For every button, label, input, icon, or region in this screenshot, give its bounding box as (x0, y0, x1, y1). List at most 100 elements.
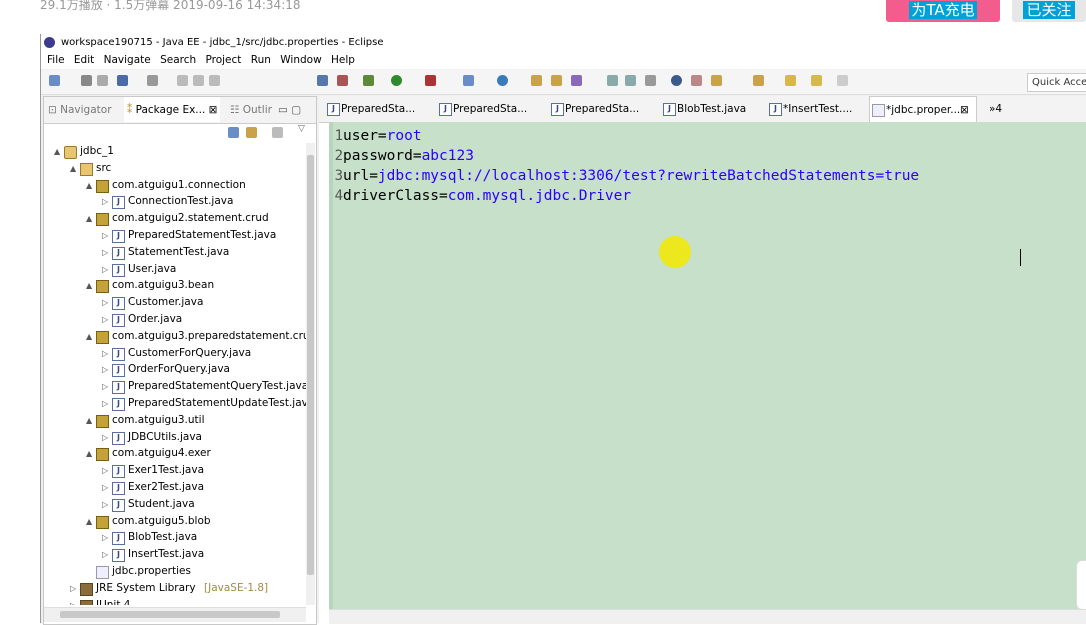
tab-outline[interactable]: ☷ Outlir (230, 97, 272, 123)
tab-navigator[interactable]: ⊡ Navigator (48, 97, 112, 123)
side-float-button[interactable] (1076, 560, 1086, 610)
tree-item[interactable]: ▲ com.atguigu4.exer (44, 445, 306, 462)
globe-icon[interactable] (671, 75, 682, 86)
show-whitespace-icon[interactable] (645, 75, 656, 86)
collapsed-twisty-icon[interactable]: ▷ (102, 311, 108, 328)
tree-item[interactable]: ▷ J PreparedStatementTest.java (44, 227, 306, 244)
collapsed-twisty-icon[interactable]: ▷ (102, 378, 108, 395)
menu-window[interactable]: Window (280, 52, 321, 69)
debug-icon[interactable] (337, 75, 348, 86)
tree-item[interactable]: ▲ com.atguigu1.connection (44, 177, 306, 194)
collapsed-twisty-icon[interactable]: ▷ (102, 227, 108, 244)
terminate-icon[interactable] (209, 75, 220, 86)
editor-tab[interactable]: J PreparedSta... (437, 96, 537, 121)
collapsed-twisty-icon[interactable]: ▷ (102, 429, 108, 446)
expanded-twisty-icon[interactable]: ▲ (86, 412, 92, 429)
close-icon[interactable]: ⊠ (209, 104, 218, 116)
view-menu-icon[interactable]: ▽ (298, 124, 305, 134)
scrollbar-thumb[interactable] (60, 611, 280, 618)
tree-vertical-scrollbar[interactable] (306, 143, 315, 605)
tree-item[interactable]: ▷ J ConnectionTest.java (44, 193, 306, 210)
menu-file[interactable]: File (47, 52, 65, 69)
collapsed-twisty-icon[interactable]: ▷ (102, 546, 108, 563)
collapsed-twisty-icon[interactable]: ▷ (102, 496, 108, 513)
collapsed-twisty-icon[interactable]: ▷ (102, 193, 108, 210)
tree-item[interactable]: ▷ J InsertTest.java (44, 546, 306, 563)
menu-run[interactable]: Run (251, 52, 271, 69)
tree-item[interactable]: ▲ com.atguigu3.util (44, 412, 306, 429)
save-all-icon[interactable] (97, 75, 108, 86)
new-icon[interactable] (49, 75, 60, 86)
tree-item[interactable]: ▷ J PreparedStatementQueryTest.java (44, 378, 306, 395)
annotation-icon[interactable] (691, 75, 702, 86)
tree-item[interactable]: ▷ J BlobTest.java (44, 529, 306, 546)
more-tabs-button[interactable]: »4 (989, 96, 1002, 121)
tree-horizontal-scrollbar[interactable] (44, 607, 306, 622)
tree-item[interactable]: ▷ J Exer1Test.java (44, 462, 306, 479)
skip-breakpoints-icon[interactable] (147, 75, 158, 86)
editor-tab[interactable]: J PreparedSta... (325, 96, 425, 121)
menu-help[interactable]: Help (331, 52, 355, 69)
menu-edit[interactable]: Edit (74, 52, 94, 69)
open-console-icon[interactable] (117, 75, 128, 86)
collapsed-twisty-icon[interactable]: ▷ (102, 244, 108, 261)
open-type-icon[interactable] (317, 75, 328, 86)
collapsed-twisty-icon[interactable]: ▷ (102, 479, 108, 496)
collapsed-twisty-icon[interactable]: ▷ (102, 462, 108, 479)
menu-search[interactable]: Search (160, 52, 196, 69)
tree-item[interactable]: ▷ JUnit 4 (44, 597, 306, 605)
scrollbar-thumb[interactable] (307, 155, 314, 575)
collapsed-twisty-icon[interactable]: ▷ (102, 529, 108, 546)
collapsed-twisty-icon[interactable]: ▷ (102, 361, 108, 378)
next-annotation-icon[interactable] (711, 75, 722, 86)
tree-item[interactable]: jdbc.properties (44, 563, 306, 580)
expanded-twisty-icon[interactable]: ▲ (86, 210, 92, 227)
editor-tab[interactable]: J PreparedSta... (549, 96, 649, 121)
expanded-twisty-icon[interactable]: ▲ (54, 143, 60, 160)
minimize-maximize-icon[interactable]: ▭ ▢ (278, 97, 301, 123)
collapsed-twisty-icon[interactable]: ▷ (70, 597, 76, 605)
tree-item[interactable]: ▷ J OrderForQuery.java (44, 361, 306, 378)
close-icon[interactable]: ⊠ (960, 97, 969, 123)
search-icon[interactable] (571, 75, 582, 86)
back-icon[interactable] (811, 75, 822, 86)
expanded-twisty-icon[interactable]: ▲ (86, 277, 92, 294)
open-folder-icon[interactable] (531, 75, 542, 86)
expanded-twisty-icon[interactable]: ▲ (86, 513, 92, 530)
tree-item[interactable]: ▷ J PreparedStatementUpdateTest.java (44, 395, 306, 412)
editor-tab[interactable]: *jdbc.proper... ⊠ (869, 96, 977, 122)
tree-item[interactable]: ▲ com.atguigu2.statement.crud (44, 210, 306, 227)
collapse-all-icon[interactable] (228, 127, 239, 138)
tree-item[interactable]: ▲ jdbc_1 (44, 143, 306, 160)
editor-tab[interactable]: J BlobTest.java (661, 96, 761, 121)
collapsed-twisty-icon[interactable]: ▷ (102, 345, 108, 362)
debug-run-icon[interactable] (363, 75, 374, 86)
menu-navigate[interactable]: Navigate (104, 52, 151, 69)
tree-item[interactable]: ▲ com.atguigu3.preparedstatement.crud (44, 328, 306, 345)
open-task-icon[interactable] (551, 75, 562, 86)
tree-item[interactable]: ▷ J Exer2Test.java (44, 479, 306, 496)
collapsed-twisty-icon[interactable]: ▷ (102, 294, 108, 311)
editor-tab[interactable]: J *InsertTest.... (767, 96, 867, 121)
tree-item[interactable]: ▲ src (44, 160, 306, 177)
collapsed-twisty-icon[interactable]: ▷ (102, 395, 108, 412)
tree-item[interactable]: ▷ J Customer.java (44, 294, 306, 311)
expanded-twisty-icon[interactable]: ▲ (86, 445, 92, 462)
expanded-twisty-icon[interactable]: ▲ (70, 160, 76, 177)
expanded-twisty-icon[interactable]: ▲ (86, 328, 92, 345)
code-editor[interactable]: 1user=root 2password=abc123 3url=jdbc:mysq… (329, 122, 1086, 609)
charge-button[interactable]: 为TA充电 (886, 0, 1000, 22)
tree-item[interactable]: ▷ J Order.java (44, 311, 306, 328)
toggle-mark-icon[interactable] (607, 75, 618, 86)
follow-button[interactable]: 已关注 (1012, 0, 1086, 22)
new-class-icon[interactable] (497, 75, 508, 86)
tree-item[interactable]: ▲ com.atguigu3.bean (44, 277, 306, 294)
editor-horizontal-scrollbar[interactable] (329, 609, 1086, 624)
tree-item[interactable]: ▷ J StatementTest.java (44, 244, 306, 261)
menu-project[interactable]: Project (205, 52, 241, 69)
tree-item[interactable]: ▷ J JDBCUtils.java (44, 429, 306, 446)
tree-item[interactable]: ▷ J CustomerForQuery.java (44, 345, 306, 362)
tree-item[interactable]: ▷ J User.java (44, 261, 306, 278)
tree-item[interactable]: ▷ JRE System Library [JavaSE-1.8] (44, 580, 306, 597)
external-tools-icon[interactable] (425, 75, 436, 86)
